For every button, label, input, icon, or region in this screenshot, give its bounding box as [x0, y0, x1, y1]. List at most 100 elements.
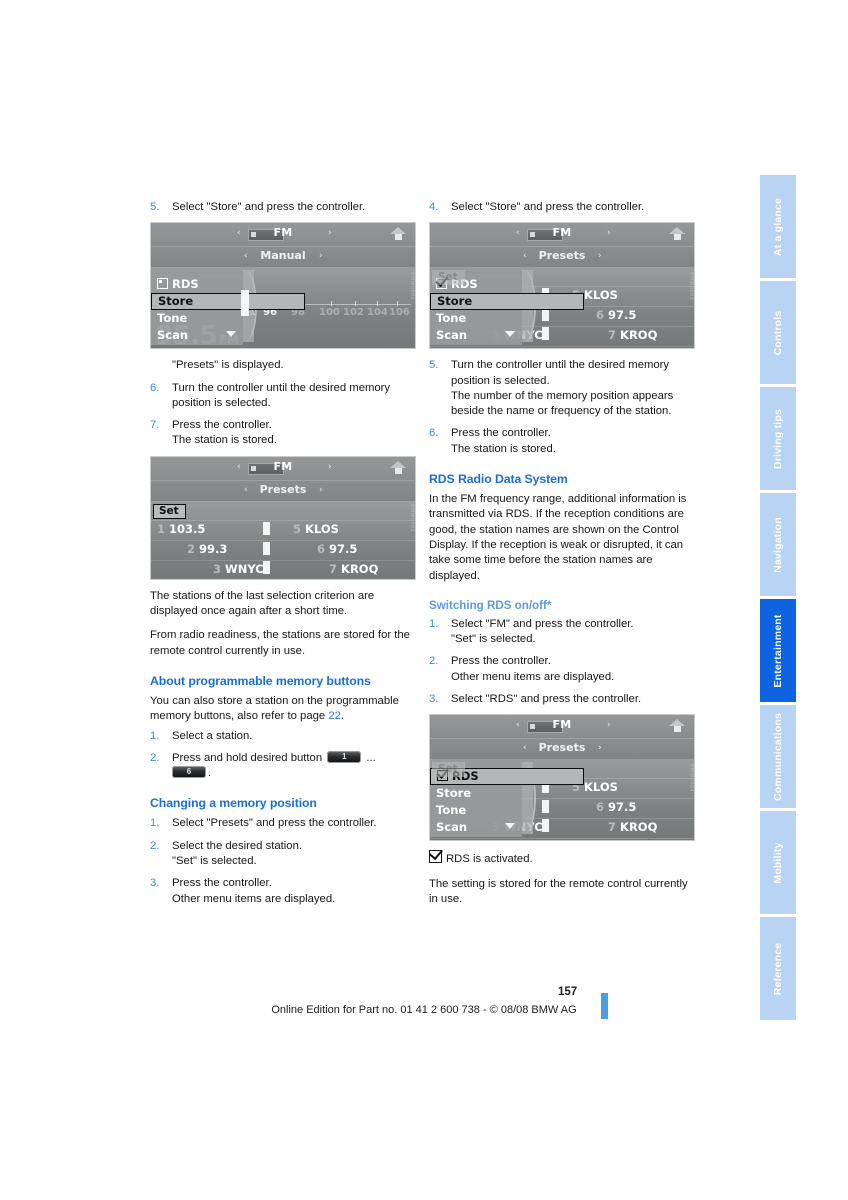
- list-item: 1. Select a station.: [150, 729, 416, 744]
- step-text: Press and hold desired button: [172, 751, 326, 764]
- home-icon: [390, 460, 407, 476]
- home-icon: [390, 226, 407, 242]
- preset-name: KROQ: [620, 328, 658, 343]
- memory-button-1-label: 1: [342, 751, 347, 761]
- menu-item-scan[interactable]: Scan: [430, 327, 522, 344]
- sidebar-item-at-a-glance[interactable]: At a glance: [760, 175, 796, 278]
- checkbox-checked-icon: [429, 850, 442, 864]
- preset-index: 8: [626, 348, 634, 349]
- list-item: 5. Select "Store" and press the controll…: [150, 200, 416, 215]
- list-item: 1. Select "Presets" and press the contro…: [150, 816, 416, 831]
- sidebar-item-controls[interactable]: Controls: [760, 281, 796, 384]
- preset-index: 6: [596, 800, 605, 815]
- memory-button-1-icon: 1: [327, 750, 362, 763]
- manual-page: 5. Select "Store" and press the controll…: [0, 0, 848, 1200]
- figure-id-code: BMW0002: [408, 503, 415, 532]
- menu-item-scan[interactable]: Scan: [151, 327, 243, 344]
- screen-body: Set 5 KLOS 6 97.5 3 WNYC 7 KROQ 4 94.3 8…: [430, 268, 694, 349]
- menu-item-tone[interactable]: Tone: [430, 310, 522, 327]
- step-text: Press the controller.: [451, 427, 551, 440]
- sidebar-item-mobility[interactable]: Mobility: [760, 811, 796, 914]
- table-row[interactable]: 4 94.3 8 100.5: [430, 346, 694, 349]
- menu-item-scan[interactable]: Scan: [430, 819, 522, 836]
- preset-index: 2: [187, 541, 196, 556]
- preset-name: KROQ: [620, 820, 658, 835]
- set-button[interactable]: Set: [432, 762, 465, 778]
- menu-item-store[interactable]: Store: [430, 293, 584, 311]
- list-item: 7. Press the controller. The station is …: [150, 418, 416, 449]
- table-row[interactable]: 3 WNYC 7 KROQ: [151, 559, 415, 579]
- table-row[interactable]: 1 103.5 5 KLOS: [151, 519, 415, 540]
- preset-name: KLOS: [584, 288, 618, 303]
- menu-item-label: Store: [158, 294, 194, 309]
- step-subtext: The station is stored.: [172, 434, 277, 447]
- set-button[interactable]: Set: [153, 503, 186, 519]
- preset-right: 7 KROQ: [329, 562, 378, 576]
- paragraph-rds-stored: The setting is stored for the remote con…: [429, 877, 688, 905]
- step-text: Select "Store" and press the controller.: [172, 201, 366, 213]
- preset-name: 97.5: [329, 541, 358, 556]
- preset-index: 4: [518, 348, 526, 349]
- step-text-middle: ...: [363, 751, 376, 764]
- sidebar-item-navigation[interactable]: Navigation: [760, 493, 796, 596]
- screen-header: ‹ FM ›: [430, 715, 694, 740]
- step-text: Select a station.: [172, 729, 253, 742]
- sidebar-item-driving-tips[interactable]: Driving tips: [760, 387, 796, 490]
- chevron-right-icon: ›: [328, 228, 332, 239]
- list-item: 2. Select the desired station. "Set" is …: [150, 839, 416, 870]
- list-item: 3. Select "RDS" and press the controller…: [429, 692, 695, 707]
- preset-name: 99.3: [199, 541, 228, 556]
- screen-submenu-bar: ‹ Presets ›: [430, 739, 694, 761]
- footer-copyright: Online Edition for Part no. 01 41 2 600 …: [271, 1004, 577, 1016]
- step-number: 3.: [429, 693, 439, 706]
- tuner-needle: [241, 290, 249, 317]
- screen-submenu-label: Manual: [260, 249, 306, 263]
- step-subtext: The number of the memory position appear…: [451, 389, 674, 418]
- paragraph-radio-readiness: From radio readiness, the stations are s…: [150, 629, 410, 657]
- table-row[interactable]: 4 94.3 8 100.5: [430, 838, 694, 841]
- chapter-tab-rail: At a glance Controls Driving tips Naviga…: [760, 175, 796, 1023]
- preset-name: 97.5: [608, 308, 637, 323]
- figure-id-code: BMW0004: [687, 763, 694, 792]
- menu-item-tone[interactable]: Tone: [151, 310, 243, 327]
- tuner-label: 102: [343, 307, 364, 319]
- step-number: 2.: [150, 839, 160, 852]
- menu-item-store[interactable]: Store: [151, 293, 305, 311]
- menu-item-label: Tone: [436, 803, 467, 818]
- chevron-down-icon: [505, 823, 515, 830]
- preset-index: 8: [626, 840, 634, 841]
- preset-name: 94.3: [530, 348, 558, 349]
- tuner-tick: [331, 301, 332, 307]
- screen-submenu-bar: ‹ Presets ›: [430, 247, 694, 269]
- list-item: 2. Press the controller. Other menu item…: [429, 654, 695, 685]
- table-row[interactable]: 2 99.3 6 97.5: [151, 539, 415, 560]
- menu-item-rds[interactable]: RDS: [151, 276, 243, 293]
- step-number: 6.: [150, 381, 160, 394]
- menu-item-label: Store: [436, 786, 472, 801]
- preset-left: 3 WNYC: [213, 562, 264, 576]
- sidebar-item-communications[interactable]: Communications: [760, 705, 796, 808]
- paragraph-rds: In the FM frequency range, additional in…: [429, 493, 687, 582]
- step-text: Press the controller.: [451, 655, 551, 668]
- step-subtext: The station is stored.: [451, 442, 556, 455]
- step-subtext: "Set" is selected.: [451, 633, 536, 646]
- preset-index: 4: [518, 840, 526, 841]
- page-reference-link[interactable]: 22: [328, 710, 341, 722]
- step-number: 7.: [150, 419, 160, 432]
- figure-id-code: BMW0001: [408, 271, 415, 300]
- screen-source-label: FM: [273, 226, 293, 240]
- screen-body: Set 1 103.5 5 KLOS 2 99.3 6 97.5 3 WNYC …: [151, 501, 415, 579]
- menu-item-store[interactable]: Store: [430, 785, 522, 802]
- heading-changing-memory-position: Changing a memory position: [150, 796, 317, 811]
- step-text: Turn the controller until the desired me…: [451, 359, 670, 387]
- menu-item-tone[interactable]: Tone: [430, 802, 522, 819]
- screen-header: ‹ FM ›: [430, 223, 694, 248]
- sidebar-item-entertainment[interactable]: Entertainment: [760, 599, 796, 702]
- screen-header: ‹ FM ›: [151, 456, 415, 481]
- heading-programmable-memory-buttons: About programmable memory buttons: [150, 673, 371, 688]
- memory-intro-suffix: .: [340, 710, 345, 723]
- set-button[interactable]: Set: [432, 270, 465, 286]
- memory-button-6-icon: 6: [172, 766, 206, 779]
- step-subtext: Other menu items are displayed.: [172, 892, 336, 905]
- memory-intro-text: You can also store a station on the prog…: [150, 694, 399, 723]
